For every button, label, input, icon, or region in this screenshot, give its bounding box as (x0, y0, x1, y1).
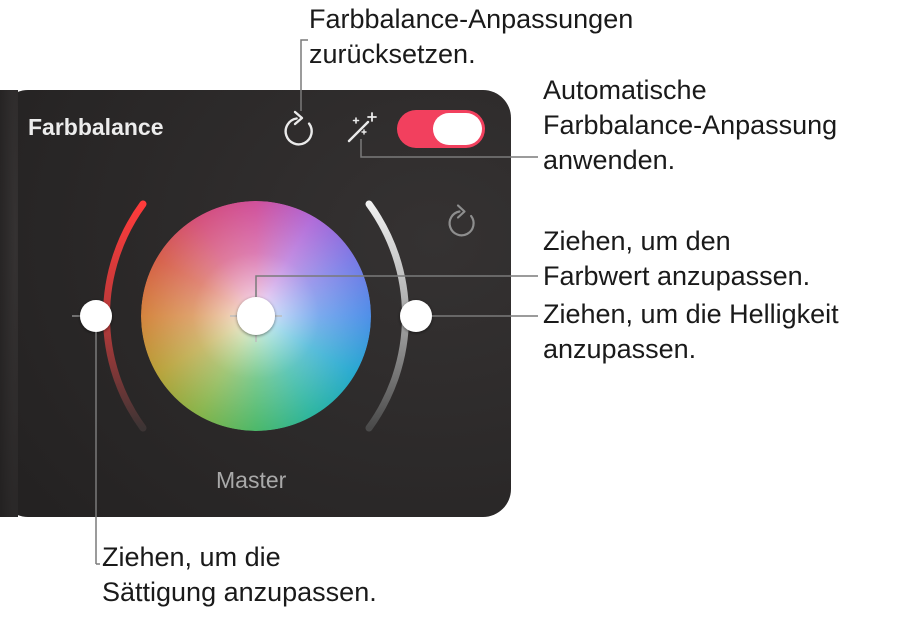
callout-text: Farbbalance-Anpassung (543, 110, 838, 140)
callout-text: Farbbalance-Anpassungen (309, 4, 634, 34)
hue-callout: Ziehen, um den Farbwert anzupassen. (543, 224, 810, 294)
hue-knob[interactable] (237, 297, 275, 335)
callout-text: anzupassen. (543, 334, 697, 364)
saturation-knob[interactable] (80, 300, 112, 332)
reset-callout: Farbbalance-Anpassungen zurücksetzen. (309, 2, 633, 72)
callout-text: Ziehen, um die Helligkeit (543, 299, 839, 329)
panel-title: Farbbalance (28, 114, 164, 140)
callout-text: anwenden. (543, 145, 676, 175)
brightness-callout: Ziehen, um die Helligkeit anzupassen. (543, 297, 839, 367)
auto-balance-toggle[interactable] (397, 110, 485, 148)
saturation-callout: Ziehen, um die Sättigung anzupassen. (102, 540, 377, 610)
callout-text: Farbwert anzupassen. (543, 261, 811, 291)
auto-callout: Automatische Farbbalance-Anpassung anwen… (543, 73, 837, 178)
brightness-knob[interactable] (400, 300, 432, 332)
annotated-screenshot: Farbbalance Master Farbbalance-Anpassung… (0, 0, 907, 617)
callout-text: Ziehen, um den (543, 226, 731, 256)
callout-text: zurücksetzen. (309, 39, 476, 69)
wheel-label: Master (216, 467, 287, 493)
callout-text: Sättigung anzupassen. (102, 577, 377, 607)
callout-text: Ziehen, um die (102, 542, 281, 572)
callout-text: Automatische (543, 75, 707, 105)
